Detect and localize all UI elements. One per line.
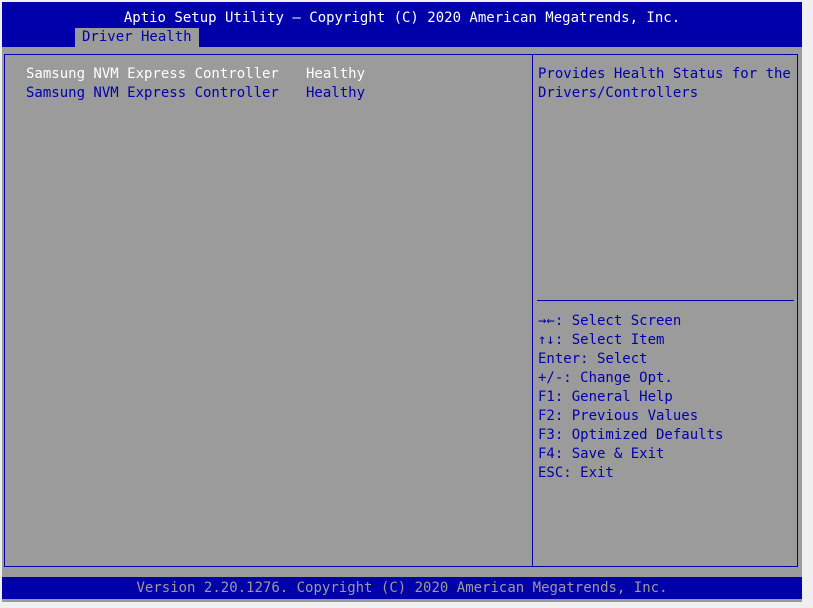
key-enter-select: Enter: Select (538, 351, 648, 367)
main-frame (4, 54, 798, 567)
help-text: Provides Health Status for the Drivers/C… (538, 66, 800, 101)
key-change-opt: +/-: Change Opt. (538, 370, 673, 386)
footer-version: Version 2.20.1276. Copyright (C) 2020 Am… (2, 577, 802, 599)
key-save-exit: F4: Save & Exit (538, 446, 665, 462)
key-select-screen: →←: Select Screen (538, 313, 682, 329)
key-optimized-defaults: F3: Optimized Defaults (538, 427, 724, 443)
driver-item-status: Healthy (306, 85, 366, 101)
key-previous-values: F2: Previous Values (538, 408, 699, 424)
key-esc-exit: ESC: Exit (538, 465, 614, 481)
driver-item-2[interactable]: Samsung NVM Express Controller Healthy (26, 84, 365, 103)
key-select-item: ↑↓: Select Item (538, 332, 665, 348)
driver-item-label: Samsung NVM Express Controller (26, 66, 279, 82)
header-bar: Aptio Setup Utility – Copyright (C) 2020… (2, 2, 802, 47)
driver-item-status: Healthy (306, 66, 366, 82)
vertical-divider (532, 55, 533, 566)
key-legend: →←: Select Screen ↑↓: Select Item Enter:… (538, 312, 793, 483)
key-general-help: F1: General Help (538, 389, 673, 405)
tab-driver-health[interactable]: Driver Health (75, 28, 199, 47)
bios-screen: Aptio Setup Utility – Copyright (C) 2020… (2, 2, 802, 602)
driver-item-1[interactable]: Samsung NVM Express Controller Healthy (26, 65, 365, 84)
driver-item-label: Samsung NVM Express Controller (26, 85, 279, 101)
help-divider (537, 300, 794, 301)
app-title: Aptio Setup Utility – Copyright (C) 2020… (123, 10, 681, 26)
